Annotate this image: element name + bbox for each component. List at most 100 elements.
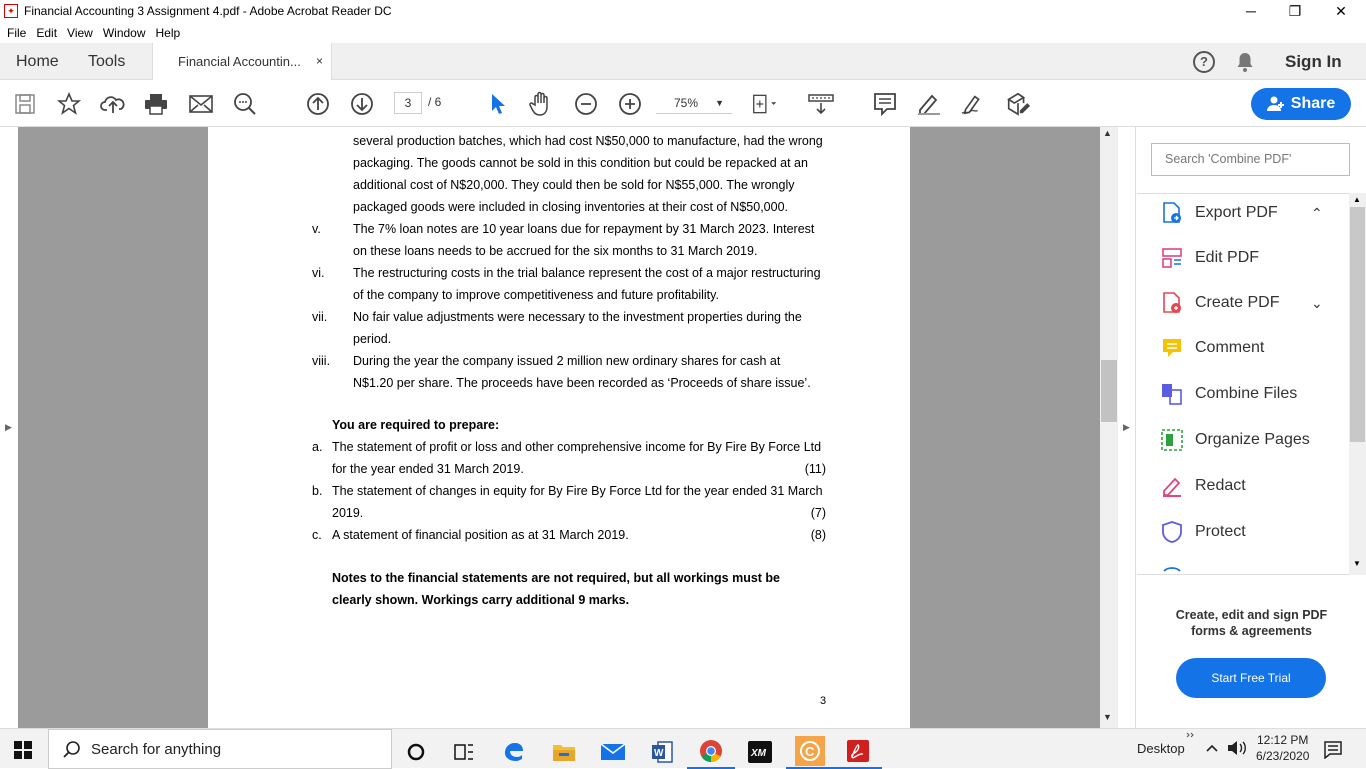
document-text-line: on these loans needs to be accrued for t… — [353, 244, 758, 258]
tool-combine-files[interactable]: Combine Files — [1161, 380, 1297, 408]
scroll-mode-icon[interactable] — [808, 91, 834, 117]
cortana-icon[interactable] — [392, 734, 440, 769]
share-label: Share — [1290, 95, 1336, 112]
windows-start-icon[interactable] — [14, 741, 32, 759]
tab-home[interactable]: Home — [16, 43, 59, 80]
taskbar-search-input[interactable]: Search for anything — [48, 729, 392, 769]
sign-in-button[interactable]: Sign In — [1285, 43, 1342, 80]
zoom-in-icon[interactable] — [617, 91, 643, 117]
tab-tools[interactable]: Tools — [88, 43, 125, 80]
chevron-down-icon[interactable]: ⌄ — [1311, 295, 1323, 312]
task-view-icon[interactable] — [440, 734, 488, 769]
left-panel-rail: ▶ — [0, 127, 18, 728]
select-cursor-icon[interactable] — [485, 91, 511, 117]
restore-button[interactable]: ❐ — [1272, 0, 1318, 22]
tools-scrollbar[interactable]: ▲ ▼ — [1349, 193, 1366, 575]
share-button[interactable]: Share — [1251, 88, 1351, 120]
volume-icon[interactable] — [1227, 740, 1247, 756]
menu-bar: File Edit View Window Help — [0, 22, 1366, 43]
clock[interactable]: 12:12 PM 6/23/2020 — [1256, 732, 1309, 764]
document-text-line: The 7% loan notes are 10 year loans due … — [353, 222, 815, 236]
page-down-icon[interactable] — [349, 91, 375, 117]
create-pdf-icon — [1163, 292, 1181, 313]
requirement-letter: c. — [312, 528, 322, 542]
document-scrollbar[interactable]: ▲ ▼ — [1100, 127, 1118, 728]
menu-view[interactable]: View — [67, 26, 93, 40]
tab-document[interactable]: Financial Accountin... × — [152, 43, 332, 81]
close-window-button[interactable]: ✕ — [1318, 0, 1364, 22]
fit-page-icon[interactable] — [752, 91, 778, 117]
zoom-out-icon[interactable] — [573, 91, 599, 117]
zoom-level-select[interactable]: 75% ▼ — [656, 92, 732, 114]
desktop-toolbar-label[interactable]: Desktop — [1137, 741, 1185, 756]
tool-label: Redact — [1195, 477, 1246, 494]
expand-left-panel-icon[interactable]: ▶ — [5, 422, 12, 433]
tool-edit-pdf[interactable]: Edit PDF — [1161, 244, 1259, 272]
bookmark-star-icon[interactable] — [56, 91, 82, 117]
notification-bell-icon[interactable] — [1236, 51, 1254, 73]
chrome-icon[interactable] — [687, 734, 735, 769]
tool-partially-hidden[interactable] — [1161, 562, 1195, 574]
list-item-number: vi. — [312, 266, 325, 280]
mail-icon[interactable] — [589, 734, 637, 769]
menu-file[interactable]: File — [7, 26, 26, 40]
tool-organize-pages[interactable]: Organize Pages — [1161, 426, 1310, 454]
document-scroll-thumb[interactable] — [1101, 360, 1117, 422]
double-chevron-icon[interactable] — [1186, 731, 1196, 739]
tool-comment[interactable]: Comment — [1161, 334, 1264, 362]
edge-browser-icon[interactable] — [490, 734, 538, 769]
taskbar-search-placeholder: Search for anything — [91, 740, 222, 758]
scroll-down-icon[interactable]: ▼ — [1353, 559, 1361, 568]
requirement-text: 2019. — [332, 506, 364, 520]
tool-label: Export PDF — [1195, 204, 1278, 221]
chevron-up-icon[interactable]: ⌃ — [1311, 205, 1323, 222]
save-icon[interactable] — [12, 91, 38, 117]
current-page-input[interactable]: 3 — [394, 92, 422, 114]
file-explorer-icon[interactable] — [540, 734, 588, 769]
clock-date: 6/23/2020 — [1256, 749, 1310, 763]
requirement-text: The statement of profit or loss and othe… — [332, 440, 822, 454]
menu-help[interactable]: Help — [156, 26, 181, 40]
tool-redact[interactable]: Redact — [1161, 472, 1246, 500]
search-icon[interactable] — [232, 91, 258, 117]
start-free-trial-button[interactable]: Start Free Trial — [1176, 658, 1326, 698]
fill-sign-icon[interactable] — [1005, 91, 1031, 117]
scroll-down-icon[interactable]: ▼ — [1103, 712, 1112, 722]
document-text-line: additional cost of N$20,000. They could … — [353, 178, 795, 192]
highlight-icon[interactable] — [916, 91, 942, 117]
total-pages-label: / 6 — [428, 95, 442, 109]
menu-window[interactable]: Window — [103, 26, 146, 40]
action-center-icon[interactable] — [1324, 741, 1342, 759]
print-icon[interactable] — [143, 91, 169, 117]
toolbar: 3 / 6 75% ▼ Share — [0, 80, 1366, 127]
email-icon[interactable] — [188, 91, 214, 117]
help-icon[interactable]: ? — [1193, 51, 1215, 73]
tools-search-input[interactable]: Search 'Combine PDF' — [1151, 143, 1350, 176]
acrobat-taskbar-icon[interactable] — [834, 734, 882, 769]
tools-scroll-thumb[interactable] — [1350, 207, 1365, 442]
xm-trading-icon[interactable]: XM — [736, 734, 784, 769]
requirement-marks: (11) — [804, 462, 826, 476]
upload-icon[interactable] — [100, 91, 126, 117]
edit-pdf-icon — [1162, 248, 1182, 268]
tool-protect[interactable]: Protect — [1161, 518, 1246, 546]
minimize-button[interactable]: ─ — [1228, 0, 1274, 22]
hand-icon[interactable] — [528, 91, 554, 117]
close-tab-icon[interactable]: × — [316, 43, 323, 80]
tab-document-label: Financial Accountin... — [178, 54, 301, 69]
collapse-right-panel-icon[interactable]: ▶ — [1123, 422, 1130, 433]
menu-edit[interactable]: Edit — [36, 26, 57, 40]
word-icon[interactable]: W — [638, 734, 686, 769]
scroll-up-icon[interactable]: ▲ — [1103, 128, 1112, 138]
document-viewer[interactable]: several production batches, which had co… — [18, 127, 1100, 728]
comment-icon[interactable] — [872, 91, 898, 117]
show-hidden-icons-icon[interactable] — [1205, 743, 1219, 753]
scroll-up-icon[interactable]: ▲ — [1353, 195, 1361, 204]
c-app-icon[interactable]: C — [786, 734, 834, 769]
tool-export-pdf[interactable]: Export PDF ⌃ — [1161, 199, 1323, 227]
tool-create-pdf[interactable]: Create PDF ⌄ — [1161, 289, 1323, 317]
sign-icon[interactable] — [960, 91, 986, 117]
page-up-icon[interactable] — [305, 91, 331, 117]
tool-label: Organize Pages — [1195, 431, 1310, 448]
redact-icon — [1163, 477, 1181, 497]
